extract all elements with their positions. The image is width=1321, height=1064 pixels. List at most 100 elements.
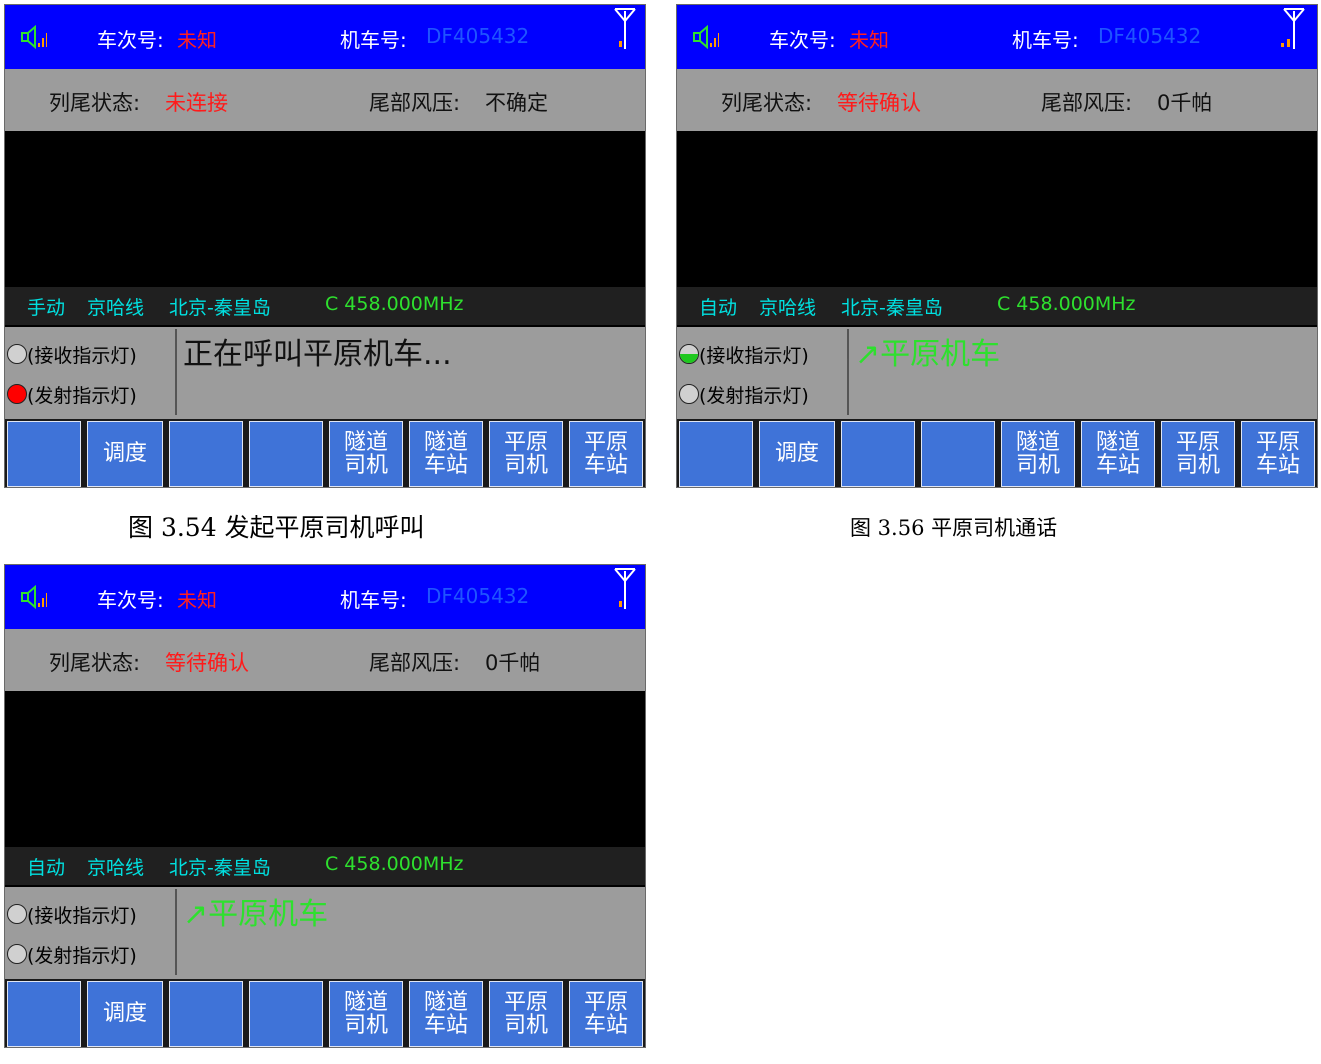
antenna-icon xyxy=(1281,8,1305,49)
line-text: 京哈线 xyxy=(87,857,145,879)
train-number-label: 车次号: xyxy=(769,28,836,52)
channel-info-line: 自动 京哈线 北京-秦皇岛 C 458.000MHz xyxy=(677,287,1317,325)
function-button-3[interactable] xyxy=(169,981,243,1047)
tail-status-bar: 列尾状态: 未连接 尾部风压: 不确定 xyxy=(5,69,645,131)
loco-number-label: 机车号: xyxy=(340,28,407,52)
tail-pressure-value: 0千帕 xyxy=(1157,91,1213,115)
figure-caption-3-54: 图 3.54 发起平原司机呼叫 xyxy=(128,513,425,542)
tail-status-bar: 列尾状态: 等待确认 尾部风压: 0千帕 xyxy=(677,69,1317,131)
dispatch-button[interactable]: 调度 xyxy=(87,981,163,1047)
divider xyxy=(847,329,849,415)
tx-lamp-icon xyxy=(7,944,27,964)
train-number-label: 车次号: xyxy=(97,28,164,52)
divider xyxy=(175,329,177,415)
figure-caption-3-56: 图 3.56 平原司机通话 xyxy=(850,516,1058,540)
antenna-icon xyxy=(614,568,636,609)
speaker-icon xyxy=(693,25,719,49)
function-button-row: 调度 隧道 司机 隧道 车站 平原 司机 平原 车站 xyxy=(5,979,645,1047)
antenna-icon xyxy=(614,8,636,49)
function-button-1[interactable] xyxy=(679,421,753,487)
function-button-4[interactable] xyxy=(249,981,323,1047)
tunnel-driver-button[interactable]: 隧道 司机 xyxy=(1001,421,1075,487)
tunnel-driver-button[interactable]: 隧道 司机 xyxy=(329,421,403,487)
train-number-value: 未知 xyxy=(177,28,217,52)
tx-label: (发射指示灯) xyxy=(27,945,137,967)
tail-status-bar: 列尾状态: 等待确认 尾部风压: 0千帕 xyxy=(5,629,645,691)
call-message: 正在呼叫平原机车... xyxy=(183,337,452,372)
train-number-label: 车次号: xyxy=(97,588,164,612)
rx-label: (接收指示灯) xyxy=(699,345,809,367)
tail-pressure-value: 0千帕 xyxy=(485,651,541,675)
rx-lamp-icon xyxy=(7,904,27,924)
message-panel: (接收指示灯) (发射指示灯) ↗平原机车 xyxy=(5,887,645,979)
mode-text: 自动 xyxy=(699,297,738,319)
tail-status-label: 列尾状态: xyxy=(721,91,813,115)
function-button-1[interactable] xyxy=(7,421,81,487)
channel-info-line: 自动 京哈线 北京-秦皇岛 C 458.000MHz xyxy=(5,847,645,885)
train-number-value: 未知 xyxy=(849,28,889,52)
function-button-row: 调度 隧道 司机 隧道 车站 平原 司机 平原 车站 xyxy=(5,419,645,487)
loco-number-label: 机车号: xyxy=(1012,28,1079,52)
train-number-value: 未知 xyxy=(177,588,217,612)
loco-number-label: 机车号: xyxy=(340,588,407,612)
line-text: 京哈线 xyxy=(87,297,145,319)
divider xyxy=(175,889,177,975)
plain-driver-button[interactable]: 平原 司机 xyxy=(489,421,563,487)
message-panel: (接收指示灯) (发射指示灯) ↗平原机车 xyxy=(677,327,1317,419)
frequency-text: C 458.000MHz xyxy=(325,293,464,315)
message-panel: (接收指示灯) (发射指示灯) 正在呼叫平原机车... xyxy=(5,327,645,419)
tail-pressure-label: 尾部风压: xyxy=(1041,91,1133,115)
tail-status-label: 列尾状态: xyxy=(49,91,141,115)
plain-station-button[interactable]: 平原 车站 xyxy=(569,981,643,1047)
radio-screen-2: 车次号: 未知 机车号: DF405432 列尾状态: 等待确认 尾部风压: 0… xyxy=(676,4,1318,488)
mode-text: 手动 xyxy=(27,297,66,319)
tx-lamp-icon xyxy=(7,384,27,404)
top-bar: 车次号: 未知 机车号: DF405432 xyxy=(5,5,645,69)
tail-pressure-label: 尾部风压: xyxy=(369,651,461,675)
frequency-text: C 458.000MHz xyxy=(325,853,464,875)
tail-status-value: 等待确认 xyxy=(837,91,921,115)
tx-label: (发射指示灯) xyxy=(27,385,137,407)
tunnel-station-button[interactable]: 隧道 车站 xyxy=(409,981,483,1047)
line-text: 京哈线 xyxy=(759,297,817,319)
section-text: 北京-秦皇岛 xyxy=(841,297,943,319)
tail-status-value: 等待确认 xyxy=(165,651,249,675)
top-bar: 车次号: 未知 机车号: DF405432 xyxy=(5,565,645,629)
mode-text: 自动 xyxy=(27,857,66,879)
channel-info-line: 手动 京哈线 北京-秦皇岛 C 458.000MHz xyxy=(5,287,645,325)
tail-pressure-value: 不确定 xyxy=(485,91,548,115)
plain-station-button[interactable]: 平原 车站 xyxy=(1241,421,1315,487)
rx-lamp-icon xyxy=(7,344,27,364)
tunnel-driver-button[interactable]: 隧道 司机 xyxy=(329,981,403,1047)
rx-lamp-icon xyxy=(679,344,699,364)
tx-label: (发射指示灯) xyxy=(699,385,809,407)
plain-driver-button[interactable]: 平原 司机 xyxy=(489,981,563,1047)
function-button-1[interactable] xyxy=(7,981,81,1047)
radio-screen-3: 车次号: 未知 机车号: DF405432 列尾状态: 等待确认 尾部风压: 0… xyxy=(4,564,646,1048)
dispatch-button[interactable]: 调度 xyxy=(87,421,163,487)
speaker-icon xyxy=(21,585,47,609)
function-button-4[interactable] xyxy=(249,421,323,487)
plain-driver-button[interactable]: 平原 司机 xyxy=(1161,421,1235,487)
speaker-icon xyxy=(21,25,47,49)
rx-label: (接收指示灯) xyxy=(27,345,137,367)
plain-station-button[interactable]: 平原 车站 xyxy=(569,421,643,487)
section-text: 北京-秦皇岛 xyxy=(169,857,271,879)
section-text: 北京-秦皇岛 xyxy=(169,297,271,319)
function-button-3[interactable] xyxy=(169,421,243,487)
tail-status-label: 列尾状态: xyxy=(49,651,141,675)
loco-number-value: DF405432 xyxy=(1098,24,1202,48)
frequency-text: C 458.000MHz xyxy=(997,293,1136,315)
function-button-row: 调度 隧道 司机 隧道 车站 平原 司机 平原 车站 xyxy=(677,419,1317,487)
radio-screen-1: 车次号: 未知 机车号: DF405432 列尾状态: 未连接 尾部风压: 不确… xyxy=(4,4,646,488)
top-bar: 车次号: 未知 机车号: DF405432 xyxy=(677,5,1317,69)
tail-pressure-label: 尾部风压: xyxy=(369,91,461,115)
dispatch-button[interactable]: 调度 xyxy=(759,421,835,487)
rx-label: (接收指示灯) xyxy=(27,905,137,927)
function-button-4[interactable] xyxy=(921,421,995,487)
loco-number-value: DF405432 xyxy=(426,24,530,48)
tunnel-station-button[interactable]: 隧道 车站 xyxy=(1081,421,1155,487)
loco-number-value: DF405432 xyxy=(426,584,530,608)
function-button-3[interactable] xyxy=(841,421,915,487)
tunnel-station-button[interactable]: 隧道 车站 xyxy=(409,421,483,487)
